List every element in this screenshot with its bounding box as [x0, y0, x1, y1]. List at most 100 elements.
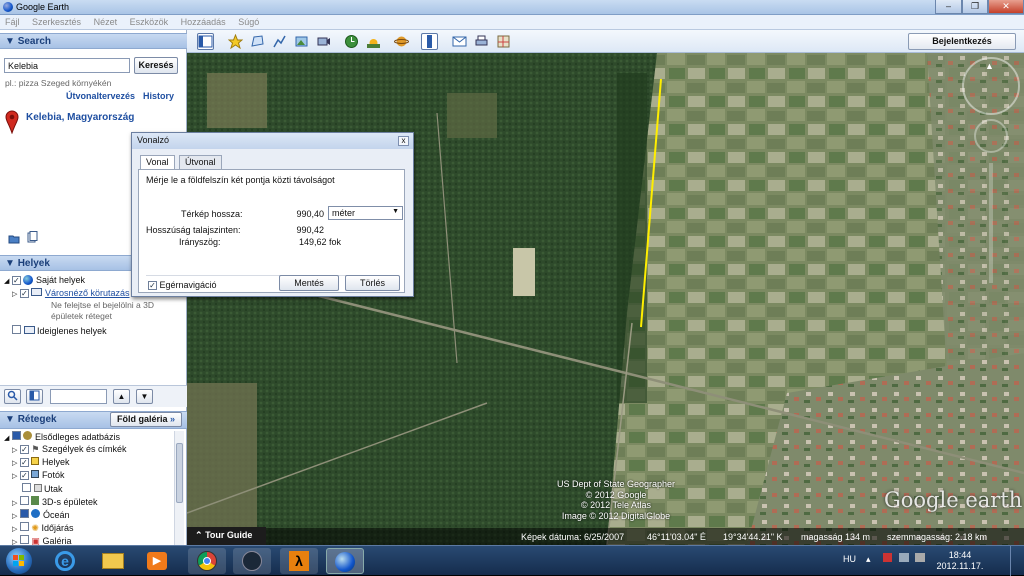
checkbox[interactable] — [19, 496, 29, 505]
save-button[interactable]: Mentés — [279, 275, 339, 291]
scrollbar-thumb[interactable] — [176, 443, 183, 503]
ruler-icon[interactable] — [421, 33, 438, 50]
history-link[interactable]: History — [143, 91, 174, 101]
elevation-readout: magasság 134 m — [801, 532, 871, 542]
tour-guide-button[interactable]: ⌃ Tour Guide — [187, 527, 266, 545]
internet-explorer-icon[interactable]: e — [46, 548, 84, 574]
earth-gallery-button[interactable]: Föld galéria » — [110, 412, 182, 427]
maximize-button[interactable]: ❐ — [962, 0, 988, 14]
unit-select-value: méter — [332, 208, 356, 218]
menu-help[interactable]: Súgó — [233, 15, 264, 29]
start-button[interactable] — [6, 548, 32, 574]
split-view-icon[interactable] — [26, 389, 43, 404]
checkbox[interactable] — [12, 325, 21, 334]
look-around-control[interactable]: ▲ — [962, 57, 1020, 115]
move-up-icon[interactable]: ▲ — [113, 389, 130, 404]
layer-item[interactable]: ▷ ✓ Helyek — [12, 457, 69, 467]
explorer-folder-icon[interactable] — [94, 548, 132, 574]
close-button[interactable]: ✕ — [988, 0, 1024, 14]
media-player-icon[interactable]: ▶ — [138, 548, 176, 574]
zoom-slider[interactable] — [989, 163, 993, 283]
layer-item[interactable]: ▷ ✺ Időjárás — [12, 522, 74, 534]
menu-tools[interactable]: Eszközök — [125, 15, 174, 29]
move-control[interactable] — [974, 119, 1008, 153]
tray-volume-icon[interactable] — [915, 553, 925, 562]
checkbox[interactable]: ✓ — [148, 281, 157, 290]
road-icon — [33, 484, 42, 492]
checkbox[interactable]: ✓ — [19, 445, 29, 454]
layer-item[interactable]: ▷ ▣ Galéria — [12, 535, 71, 545]
layer-item[interactable]: ◢ Elsődleges adatbázis — [4, 431, 120, 442]
layer-item[interactable]: Utak — [22, 483, 63, 494]
checkbox[interactable]: ✓ — [11, 276, 21, 285]
tab-path[interactable]: Útvonal — [179, 155, 222, 169]
places-item-my-places[interactable]: ◢ ✓ Saját helyek — [4, 275, 85, 285]
language-indicator[interactable]: HU — [843, 554, 856, 564]
add-overlay-icon[interactable] — [293, 33, 310, 50]
ocean-icon — [31, 509, 41, 518]
clear-button[interactable]: Törlés — [345, 275, 400, 291]
menu-edit[interactable]: Szerkesztés — [27, 15, 86, 29]
menu-view[interactable]: Nézet — [89, 15, 123, 29]
checkbox[interactable] — [11, 431, 21, 440]
layer-item[interactable]: ▷ Óceán — [12, 509, 69, 520]
print-icon[interactable] — [473, 33, 490, 50]
checkbox[interactable] — [19, 522, 29, 531]
chrome-icon[interactable] — [188, 548, 226, 574]
show-desktop-button[interactable] — [1010, 546, 1024, 576]
half-life-icon[interactable]: λ — [280, 548, 318, 574]
add-path-icon[interactable] — [271, 33, 288, 50]
title-bar: Google Earth – ❐ ✕ — [0, 0, 1024, 15]
layers-scrollbar[interactable] — [174, 431, 184, 545]
planets-icon[interactable] — [393, 33, 410, 50]
search-input[interactable]: Kelebia — [4, 58, 130, 73]
sunlight-icon[interactable] — [365, 33, 382, 50]
layer-item[interactable]: ▷ ✓ ⚑ Szegélyek és címkék — [12, 444, 127, 455]
view-in-maps-icon[interactable] — [495, 33, 512, 50]
steam-icon[interactable] — [233, 548, 271, 574]
record-tour-icon[interactable] — [315, 33, 332, 50]
mouse-navigation-toggle[interactable]: ✓ Egérnavigáció — [148, 280, 217, 290]
copy-icon[interactable] — [27, 231, 38, 246]
places-filter-input[interactable] — [50, 389, 107, 404]
dialog-close-icon[interactable]: x — [398, 136, 409, 146]
google-earth-taskbar-icon[interactable] — [326, 548, 364, 574]
satellite-imagery — [187, 53, 1024, 545]
places-item-temporary[interactable]: Ideiglenes helyek — [12, 325, 107, 336]
search-result-link[interactable]: Kelebia, Magyarország — [26, 112, 134, 123]
tray-flag-icon[interactable] — [883, 553, 892, 562]
checkbox[interactable]: ✓ — [19, 471, 29, 480]
minimize-button[interactable]: – — [935, 0, 962, 14]
checkbox[interactable]: ✓ — [19, 289, 29, 298]
map-view[interactable]: ▲ US Dept of State Geographer © 2012 Goo… — [187, 53, 1024, 545]
menu-file[interactable]: Fájl — [0, 15, 25, 29]
layer-item[interactable]: ▷ ✓ Fotók — [12, 470, 64, 480]
add-polygon-icon[interactable] — [249, 33, 266, 50]
attribution-line: © 2012 Tele Atlas — [580, 500, 651, 510]
places-header-label: Helyek — [17, 258, 50, 269]
layer-item[interactable]: ▷ 3D-s épületek — [12, 496, 97, 507]
add-placemark-icon[interactable] — [227, 33, 244, 50]
tab-line[interactable]: Vonal — [140, 155, 175, 170]
sign-in-button[interactable]: Bejelentkezés — [908, 33, 1016, 50]
checkbox[interactable]: ✓ — [19, 458, 29, 467]
move-down-icon[interactable]: ▼ — [136, 389, 153, 404]
search-panel-header[interactable]: ▼ Search — [0, 33, 187, 49]
historical-imagery-icon[interactable] — [343, 33, 360, 50]
places-item-sightseeing[interactable]: ▷ ✓ Városnéző körutazás — [12, 288, 129, 298]
attribution-line: © 2012 Google — [585, 489, 647, 500]
checkbox[interactable] — [22, 483, 31, 492]
email-icon[interactable] — [451, 33, 468, 50]
sidebar-toggle-icon[interactable] — [197, 33, 214, 50]
checkbox[interactable] — [19, 535, 29, 544]
search-button[interactable]: Keresés — [134, 57, 178, 74]
tray-clock[interactable]: 18:44 2012.11.17. — [935, 550, 985, 572]
checkbox[interactable] — [19, 509, 29, 518]
tray-network-icon[interactable] — [899, 553, 909, 562]
menu-add[interactable]: Hozzáadás — [176, 15, 231, 29]
directions-link[interactable]: Útvonaltervezés — [66, 91, 135, 101]
add-folder-icon[interactable] — [8, 233, 20, 246]
search-places-icon[interactable] — [4, 389, 21, 404]
unit-select[interactable]: méter ▼ — [328, 206, 403, 220]
tray-expand-icon[interactable]: ▴ — [866, 554, 871, 565]
